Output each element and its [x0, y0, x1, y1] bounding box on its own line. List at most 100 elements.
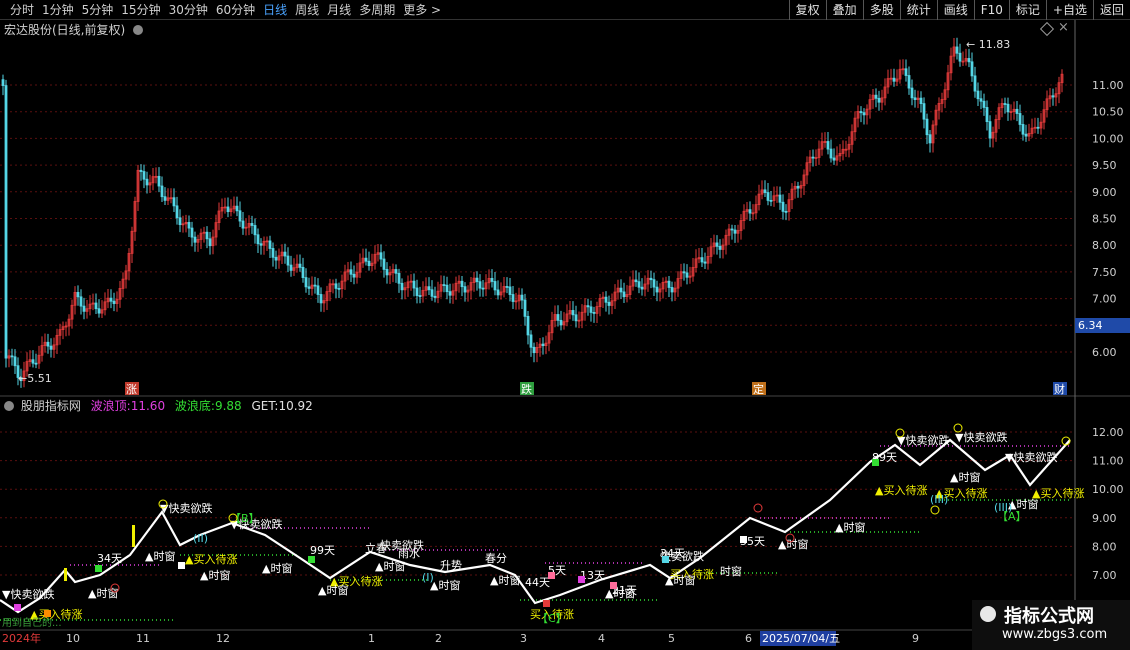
candle-body: [859, 111, 863, 114]
candle-body: [958, 52, 962, 62]
candle-body: [928, 134, 932, 144]
candle-body: [13, 356, 17, 367]
candle-body: [442, 284, 446, 286]
candle-body: [982, 100, 986, 108]
candle-body: [238, 210, 242, 222]
price-tick-2: 10.00: [1092, 132, 1124, 145]
candle-body: [481, 287, 485, 290]
candle-body: [175, 205, 179, 219]
candle-body: [1024, 133, 1028, 137]
candle-body: [526, 315, 530, 336]
annotation-28: ▲时窗: [835, 520, 865, 534]
candle-body: [10, 355, 14, 358]
x-label-2: 11: [136, 632, 150, 645]
annotation-13: ▲买入待涨: [875, 483, 927, 497]
candle-body: [382, 258, 386, 270]
candle-body: [253, 225, 257, 236]
candle-body: [988, 121, 992, 139]
candle-body: [637, 281, 641, 288]
signal-square-1: [44, 610, 51, 617]
x-label-11: 2025/07/04/五: [762, 632, 840, 645]
candle-body: [433, 295, 437, 298]
candle-body: [139, 169, 143, 172]
annotation-43: (II): [193, 532, 208, 545]
candle-body: [490, 277, 494, 282]
price-chart[interactable]: 11.00 10.50 10.00 9.50 9.00 8.50 8.00 7.50 7.00 6…: [0, 0, 1130, 650]
candle-body: [718, 245, 722, 250]
candle-body: [829, 148, 833, 159]
candle-body: [271, 248, 275, 258]
candle-body: [418, 295, 422, 297]
candle-body: [34, 362, 38, 365]
candle-body: [313, 284, 317, 287]
candle-body: [145, 178, 149, 186]
annotation-45: (III): [930, 493, 948, 506]
candle-body: [523, 299, 527, 317]
candle-body: [427, 286, 431, 291]
signal-square-2: [95, 565, 102, 572]
candle-body: [1021, 124, 1025, 135]
x-label-12: 9: [912, 632, 919, 645]
candle-body: [286, 255, 290, 266]
signal-bar-1: [132, 525, 135, 547]
current-price-label: 6.34: [1078, 319, 1103, 332]
event-marker-2: 定: [753, 382, 764, 396]
ind-tick-1: 11.00: [1092, 455, 1124, 468]
signal-square-10: [872, 459, 879, 466]
candle-body: [520, 294, 524, 301]
signal-square-9: [740, 536, 747, 543]
candle-body: [397, 272, 401, 284]
candle-body: [652, 279, 656, 288]
indicator-name: 股朋指标网: [20, 399, 81, 413]
price-tick-4: 9.00: [1092, 186, 1117, 199]
candle-body: [193, 236, 197, 243]
get-label: GET:: [251, 399, 279, 413]
candle-body: [685, 272, 689, 278]
candle-body: [475, 277, 479, 283]
annotation-9: ▲买入待涨: [185, 552, 237, 566]
candle-body: [283, 251, 287, 257]
candle-body: [1015, 108, 1019, 114]
candle-body: [157, 175, 161, 187]
candle-body: [508, 286, 512, 295]
candle-body: [493, 281, 497, 291]
ind-tick-0: 12.00: [1092, 426, 1124, 439]
candle-body: [160, 185, 164, 198]
x-label-5: 2: [435, 632, 442, 645]
x-label-6: 3: [520, 632, 527, 645]
gear-icon[interactable]: [4, 401, 14, 411]
circle-marker-6: [753, 503, 763, 513]
candle-body: [163, 196, 167, 201]
candle-body: [892, 77, 896, 82]
ind-tick-3: 9.00: [1092, 512, 1117, 525]
candle-body: [367, 260, 371, 267]
candle-body: [1, 79, 5, 86]
annotation-41: 春分: [485, 552, 507, 565]
signal-square-5: [548, 572, 555, 579]
candle-body: [1051, 95, 1055, 98]
candle-body: [496, 289, 500, 296]
candle-body: [268, 240, 272, 249]
candle-body: [796, 185, 800, 189]
x-label-8: 5: [668, 632, 675, 645]
settings-icon[interactable]: [133, 25, 144, 35]
candle-body: [985, 107, 989, 123]
candle-body: [97, 308, 101, 314]
candle-body: [640, 286, 644, 290]
candle-body: [337, 287, 341, 290]
candle-body: [703, 261, 707, 264]
annotation-25: ▲时窗: [665, 573, 695, 587]
wave-bottom-value: 9.88: [214, 399, 242, 413]
candle-body: [49, 345, 53, 350]
candle-body: [187, 221, 191, 229]
candle-body: [571, 310, 575, 316]
price-tick-5: 8.50: [1092, 213, 1117, 226]
candle-body: [586, 305, 590, 308]
candle-body: [670, 287, 674, 293]
candle-body: [511, 294, 515, 302]
candle-body: [832, 157, 836, 161]
annotation-21: ▲时窗: [375, 559, 405, 573]
wave-top-value: 11.60: [130, 399, 166, 413]
close-icon[interactable]: ×: [1058, 20, 1069, 35]
annotation-33: 99天: [310, 544, 335, 557]
